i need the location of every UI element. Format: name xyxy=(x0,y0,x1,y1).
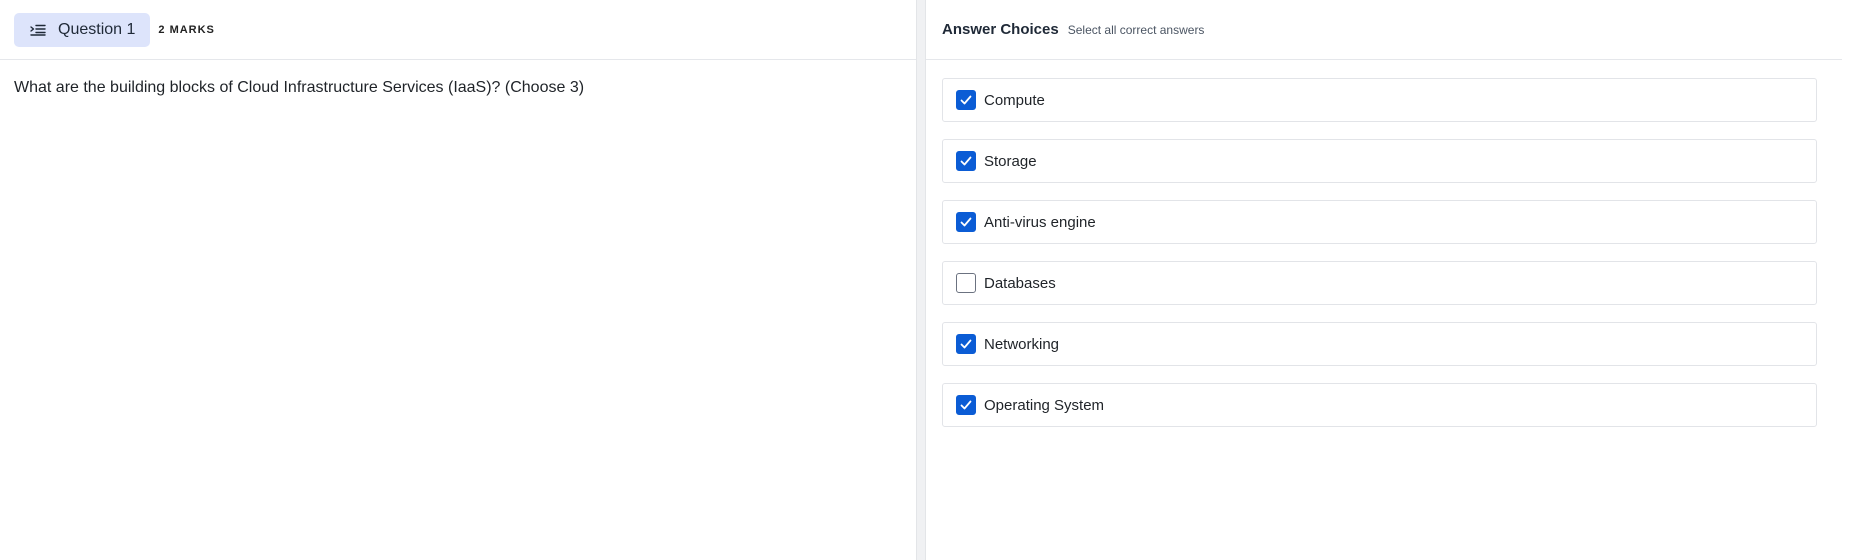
checkmark-icon xyxy=(960,95,972,105)
checkbox-checked[interactable] xyxy=(956,395,976,415)
answer-choice[interactable]: Compute xyxy=(942,78,1817,122)
pane-resize-divider[interactable] xyxy=(916,0,926,560)
answer-header: Answer Choices Select all correct answer… xyxy=(926,0,1842,60)
checkmark-icon xyxy=(960,400,972,410)
answer-choice[interactable]: Networking xyxy=(942,322,1817,366)
checkmark-icon xyxy=(960,217,972,227)
answer-choice-label: Compute xyxy=(984,91,1045,109)
answer-choice-label: Storage xyxy=(984,152,1037,170)
answer-choice[interactable]: Operating System xyxy=(942,383,1817,427)
quiz-app: Question 1 2 MARKS What are the building… xyxy=(0,0,1852,560)
answer-choice-label: Anti-virus engine xyxy=(984,213,1096,231)
answer-choice-label: Databases xyxy=(984,274,1056,292)
checkbox-checked[interactable] xyxy=(956,334,976,354)
answer-choice[interactable]: Databases xyxy=(942,261,1817,305)
answer-choice[interactable]: Storage xyxy=(942,139,1817,183)
checkmark-icon xyxy=(960,156,972,166)
list-indent-icon xyxy=(30,24,46,36)
checkbox-checked[interactable] xyxy=(956,151,976,171)
answer-pane: Answer Choices Select all correct answer… xyxy=(926,0,1842,560)
answer-instructions: Select all correct answers xyxy=(1067,22,1205,37)
question-text: What are the building blocks of Cloud In… xyxy=(14,79,585,96)
answer-choices-title: Answer Choices xyxy=(942,21,1059,38)
checkbox-checked[interactable] xyxy=(956,212,976,232)
answer-choice-label: Operating System xyxy=(984,396,1105,414)
answer-choice-label: Networking xyxy=(984,335,1060,353)
question-pane: Question 1 2 MARKS What are the building… xyxy=(0,0,916,560)
question-number-label: Question 1 xyxy=(58,20,136,38)
answer-choices-list: Compute Storage Anti-virus engine Databases… xyxy=(926,60,1842,427)
marks-badge: 2 MARKS xyxy=(158,23,215,36)
answer-choice[interactable]: Anti-virus engine xyxy=(942,200,1817,244)
checkmark-icon xyxy=(960,339,972,349)
checkbox-unchecked[interactable] xyxy=(956,273,976,293)
checkbox-checked[interactable] xyxy=(956,90,976,110)
question-header: Question 1 2 MARKS xyxy=(0,0,916,60)
question-nav-button[interactable]: Question 1 xyxy=(14,12,151,47)
